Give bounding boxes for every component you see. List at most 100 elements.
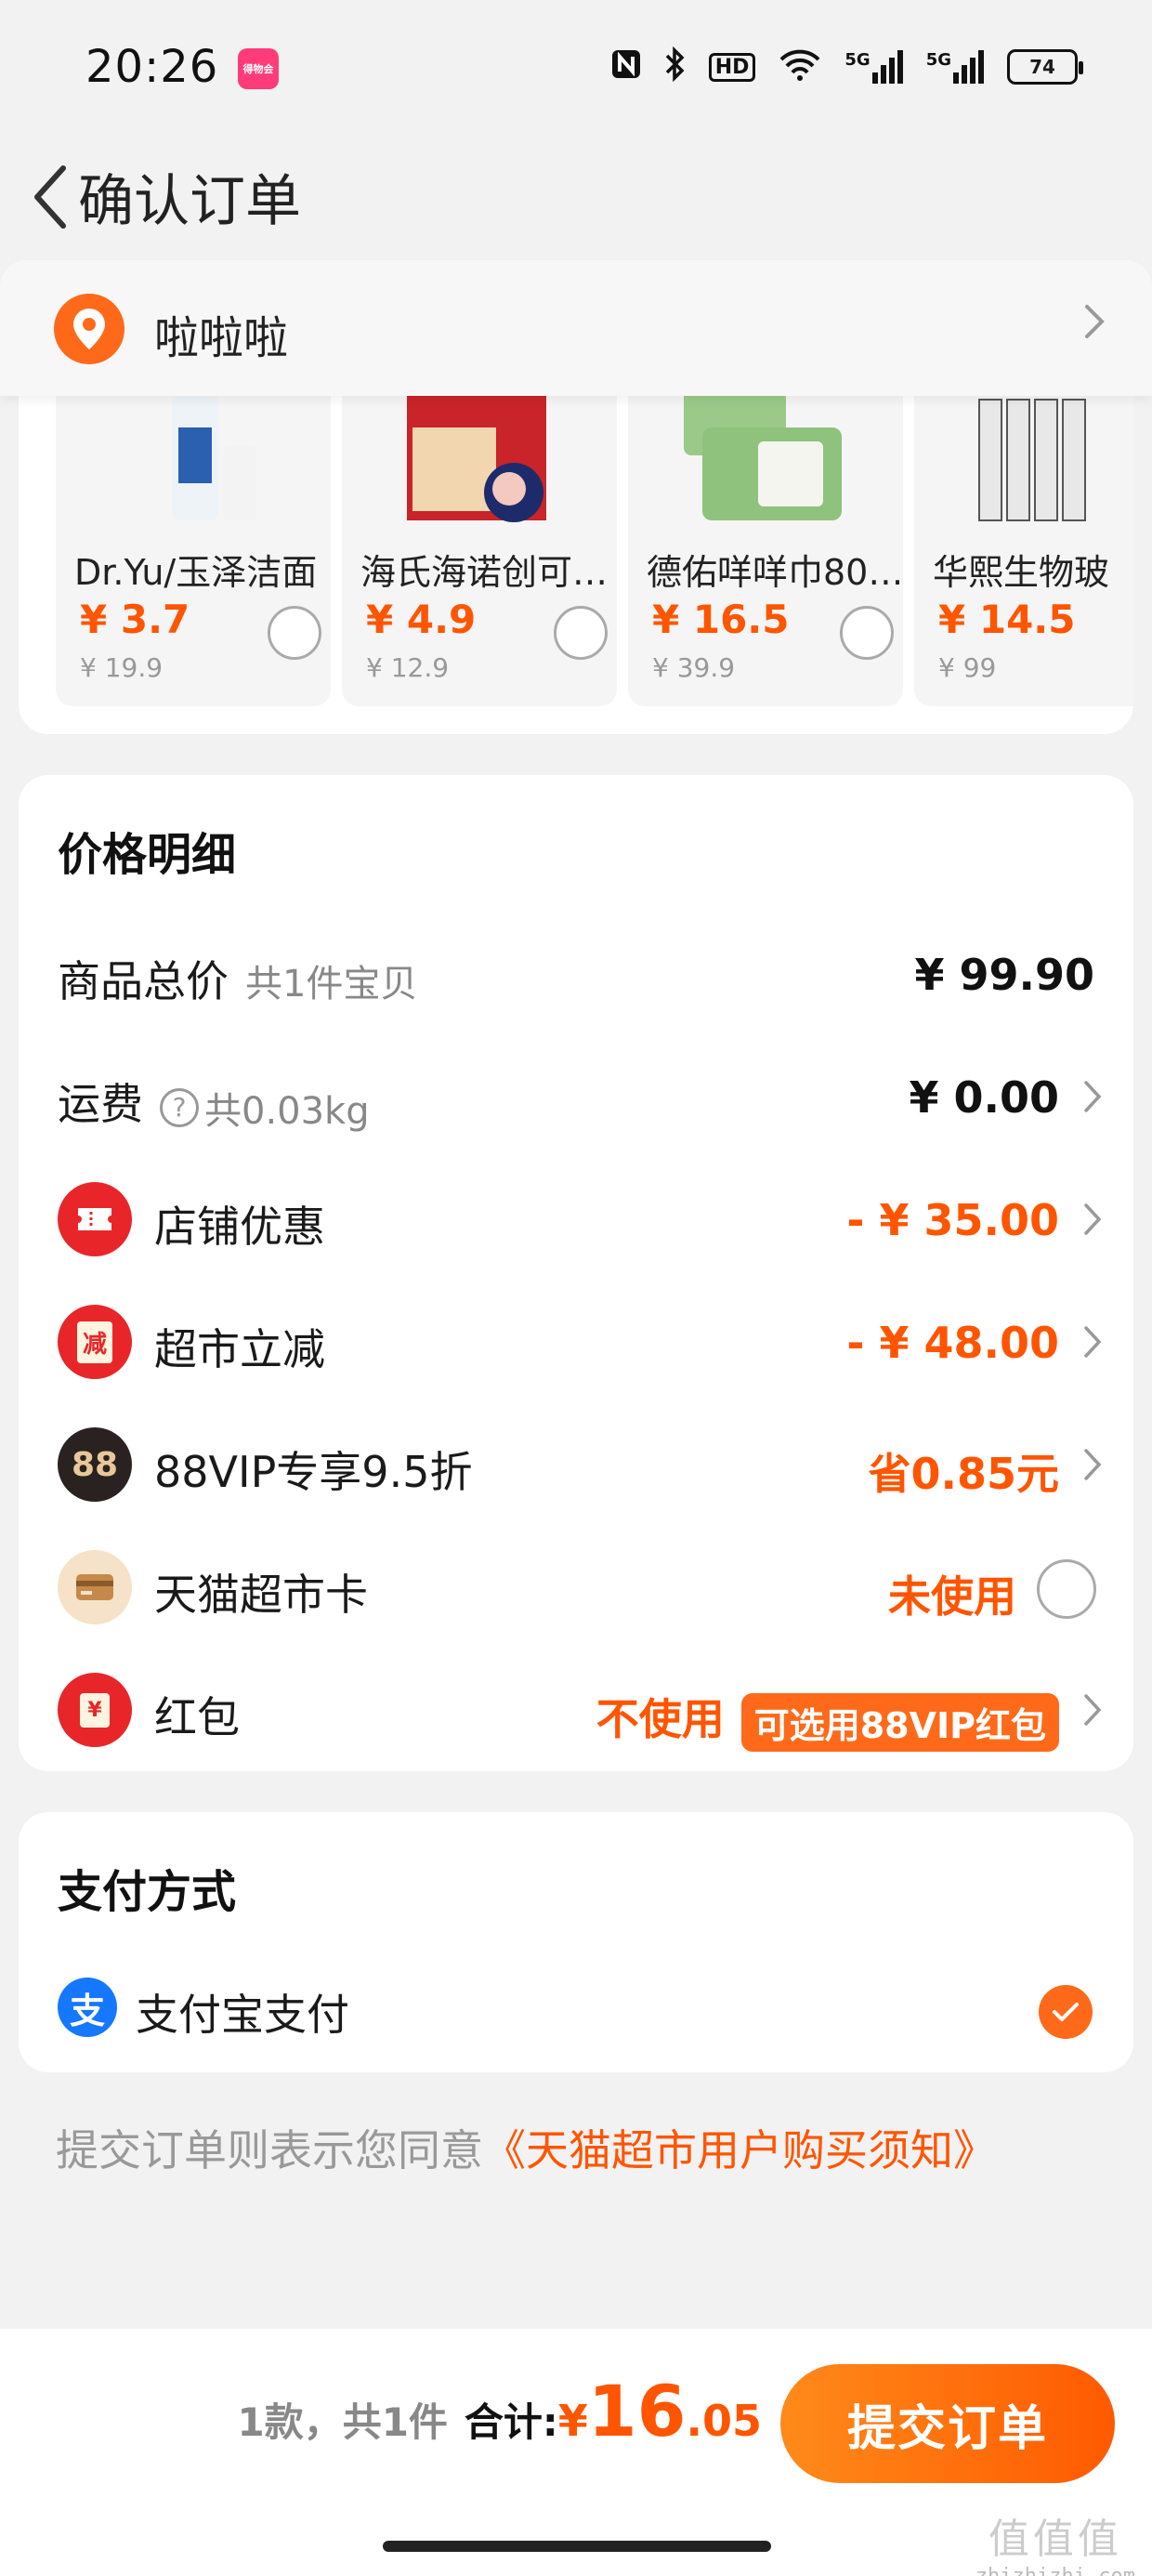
network-label: 5G: [844, 50, 871, 70]
market-discount-label: 超市立减: [154, 1324, 325, 1374]
agreement-prefix: 提交订单则表示您同意: [56, 2125, 483, 2175]
watermark-logo: 值值值: [988, 2516, 1122, 2563]
item-count: 1款，共1件: [237, 2399, 448, 2445]
total-label: 合计:: [464, 2399, 558, 2445]
product-image: [379, 390, 565, 532]
order-summary: 1款，共1件 合计: ¥ 16 .05: [237, 2370, 762, 2452]
vip-red-packet-tag[interactable]: 可选用88VIP红包: [740, 1693, 1059, 1752]
select-radio[interactable]: [840, 606, 894, 660]
product-image: [951, 390, 1133, 532]
bottom-bar: 1款，共1件 合计: ¥ 16 .05 提交订单 值值值 zhizhizhi.c…: [0, 2329, 1152, 2576]
tmall-card-value: 未使用: [888, 1571, 1016, 1622]
goods-count: 共1件宝贝: [245, 963, 418, 1005]
chevron-right-icon: [1083, 1078, 1102, 1119]
tmall-card-label: 天猫超市卡: [154, 1570, 368, 1620]
select-radio[interactable]: [554, 606, 608, 660]
product-price: ¥ 3.7: [80, 597, 190, 642]
goods-total-value: ¥ 99.90: [914, 950, 1094, 1000]
product-price: ¥ 4.9: [366, 597, 477, 642]
tmall-card-row[interactable]: 天猫超市卡 未使用: [19, 1526, 1133, 1649]
app-notification-icon: 得物会: [238, 48, 279, 89]
vip-label: 88VIP专享9.5折: [154, 1447, 473, 1497]
chevron-right-icon: [1083, 1201, 1102, 1242]
battery-icon: 74: [1007, 49, 1083, 85]
store-discount-row[interactable]: 店铺优惠 - ¥ 35.00: [19, 1158, 1133, 1281]
product-price: ¥ 16.5: [652, 597, 790, 642]
product-original-price: ¥ 12.9: [366, 652, 450, 683]
alipay-label[interactable]: 支付宝支付: [136, 1981, 349, 2043]
market-discount-row[interactable]: 减 超市立减 - ¥ 48.00: [19, 1281, 1133, 1403]
product-image: [93, 390, 279, 532]
signal-5g-icon: 5G: [926, 50, 985, 84]
product-name: 德佑咩咩巾80…: [647, 552, 903, 593]
store-discount-value: - ¥ 35.00: [846, 1195, 1059, 1245]
red-packet-value: 不使用: [596, 1694, 725, 1744]
status-icons: HD 5G 5G 74: [610, 45, 1083, 89]
chevron-right-icon: [1083, 1446, 1102, 1487]
network-label: 5G: [925, 50, 951, 70]
store-discount-label: 店铺优惠: [154, 1202, 325, 1252]
back-icon[interactable]: [13, 151, 87, 243]
shipping-value: ¥ 0.00: [909, 1072, 1059, 1123]
product-card[interactable]: Dr.Yu/玉泽洁面 ¥ 3.7 ¥ 19.9: [56, 353, 331, 706]
discount-icon: 减: [58, 1305, 132, 1379]
header: 确认订单: [0, 130, 1152, 260]
price-detail-title: 价格明细: [58, 829, 237, 881]
select-radio[interactable]: [268, 606, 321, 660]
card-icon: [58, 1550, 132, 1624]
watermark-url: zhizhizhi.com: [975, 2565, 1135, 2576]
market-discount-value: - ¥ 48.00: [846, 1318, 1059, 1368]
vip-row[interactable]: 88 88VIP专享9.5折 省0.85元: [19, 1403, 1133, 1526]
status-time: 20:26: [85, 41, 219, 93]
agreement-link[interactable]: 《天猫超市用户购买须知》: [483, 2125, 996, 2175]
address-name: 啦啦啦: [154, 312, 289, 364]
total-integer: 16: [587, 2370, 687, 2452]
product-card[interactable]: 海氏海诺创可… ¥ 4.9 ¥ 12.9: [342, 353, 617, 706]
nfc-icon: [610, 48, 642, 86]
product-original-price: ¥ 19.9: [80, 652, 164, 683]
payment-title: 支付方式: [58, 1866, 237, 1918]
product-card[interactable]: 德佑咩咩巾80… ¥ 16.5 ¥ 39.9: [628, 353, 903, 706]
bluetooth-icon: [664, 46, 687, 88]
price-detail-card: 价格明细 商品总价 共1件宝贝 ¥ 99.90 运费? 共0.03kg ¥ 0.00…: [19, 775, 1133, 1771]
total-decimal: .05: [686, 2396, 763, 2446]
help-icon[interactable]: ?: [160, 1087, 199, 1127]
location-pin-icon: [54, 294, 124, 364]
status-bar: 20:26 得物会 HD 5G 5G 74: [0, 0, 1152, 130]
hd-icon: HD: [708, 52, 756, 82]
shipping-label: 运费: [58, 1079, 143, 1129]
chevron-right-icon: [1083, 301, 1106, 346]
signal-5g-icon: 5G: [844, 50, 903, 84]
goods-total-row: 商品总价 共1件宝贝 ¥ 99.90: [19, 913, 1133, 1035]
red-packet-row[interactable]: ¥ 红包 不使用 可选用88VIP红包: [19, 1649, 1133, 1771]
product-original-price: ¥ 39.9: [652, 652, 736, 683]
watermark: 值值值 zhizhizhi.com: [975, 2505, 1135, 2576]
product-name: Dr.Yu/玉泽洁面: [74, 552, 318, 593]
submit-order-button[interactable]: 提交订单: [780, 2364, 1115, 2483]
product-image: [665, 390, 851, 532]
home-indicator[interactable]: [383, 2541, 771, 2552]
red-packet-label: 红包: [154, 1692, 240, 1742]
vip-value: 省0.85元: [868, 1449, 1060, 1499]
agreement-text: 提交订单则表示您同意《天猫超市用户购买须知》: [56, 2117, 996, 2178]
address-bar[interactable]: 啦啦啦: [0, 260, 1152, 396]
alipay-icon: 支: [58, 1978, 117, 2037]
page-title: 确认订单: [78, 169, 301, 234]
discount-icon-text: 减: [76, 1321, 112, 1363]
product-original-price: ¥ 99: [938, 652, 997, 683]
goods-total-label: 商品总价: [58, 956, 229, 1006]
checkmark-icon[interactable]: [1039, 1985, 1093, 2039]
wifi-icon: [778, 46, 822, 88]
tmall-card-radio[interactable]: [1037, 1559, 1096, 1619]
vip-88-icon: 88: [58, 1427, 132, 1502]
payment-card: 支付方式 支 支付宝支付: [19, 1812, 1133, 2072]
chevron-right-icon: [1083, 1323, 1102, 1364]
total-currency: ¥: [557, 2396, 588, 2446]
chevron-right-icon: [1083, 1691, 1102, 1732]
red-packet-icon: ¥: [58, 1673, 132, 1747]
shipping-row[interactable]: 运费? 共0.03kg ¥ 0.00: [19, 1035, 1133, 1158]
product-card[interactable]: 华熙生物玻 ¥ 14.5 ¥ 99: [914, 353, 1133, 706]
red-packet-icon-text: ¥: [80, 1692, 110, 1728]
product-price: ¥ 14.5: [938, 597, 1076, 642]
product-name: 海氏海诺创可…: [360, 552, 609, 593]
